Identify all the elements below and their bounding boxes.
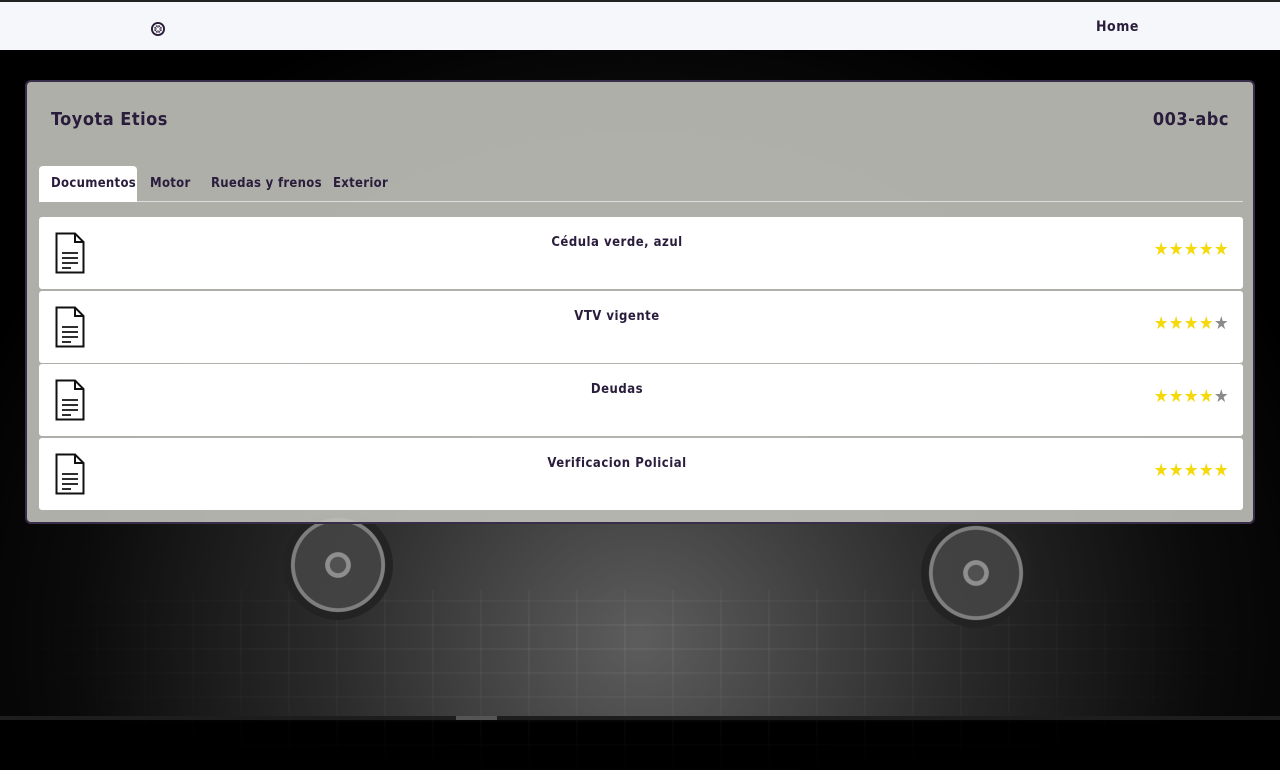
tab-documentos[interactable]: Documentos	[39, 166, 137, 202]
rating-stars: ★★★★★	[1154, 239, 1229, 260]
tab-bar: Documentos Motor Ruedas y frenos Exterio…	[39, 166, 1243, 202]
star-filled-icon: ★	[1183, 459, 1199, 481]
vehicle-card: Toyota Etios 003-abc Documentos Motor Ru…	[25, 80, 1255, 524]
list-item[interactable]: Verificacion Policial ★★★★★	[39, 437, 1243, 510]
star-filled-icon: ★	[1213, 459, 1229, 481]
star-filled-icon: ★	[1198, 459, 1214, 481]
nav-home-link[interactable]: Home	[1096, 19, 1139, 35]
car-wheel	[921, 518, 1031, 628]
star-filled-icon: ★	[1153, 459, 1169, 481]
star-filled-icon: ★	[1153, 386, 1169, 407]
star-filled-icon: ★	[1198, 386, 1214, 407]
star-filled-icon: ★	[1213, 239, 1229, 260]
rating-stars: ★★★★★	[1154, 313, 1229, 334]
tab-motor[interactable]: Motor	[150, 166, 191, 202]
document-title: VTV vigente	[574, 308, 660, 324]
star-empty-icon: ★	[1213, 312, 1229, 334]
rating-stars: ★★★★★	[1154, 460, 1229, 481]
star-filled-icon: ★	[1198, 312, 1214, 334]
star-filled-icon: ★	[1153, 312, 1169, 334]
tab-ruedas-y-frenos[interactable]: Ruedas y frenos	[211, 166, 322, 202]
vehicle-plate: 003-abc	[1152, 109, 1229, 130]
vehicle-title: Toyota Etios	[51, 109, 168, 130]
document-title: Cédula verde, azul	[551, 235, 683, 250]
wheel-icon[interactable]	[150, 21, 166, 37]
document-title: Deudas	[590, 382, 644, 397]
star-filled-icon: ★	[1198, 239, 1214, 260]
star-filled-icon: ★	[1168, 459, 1184, 481]
documents-list: Cédula verde, azul ★★★★★ VTV vigente ★★★…	[39, 217, 1243, 511]
star-filled-icon: ★	[1183, 312, 1199, 334]
star-filled-icon: ★	[1153, 239, 1169, 260]
star-filled-icon: ★	[1183, 386, 1199, 407]
top-navbar: Home	[0, 0, 1280, 50]
star-filled-icon: ★	[1168, 386, 1184, 407]
star-empty-icon: ★	[1213, 386, 1229, 407]
list-item[interactable]: Cédula verde, azul ★★★★★	[39, 217, 1243, 289]
horizontal-scrollbar[interactable]	[0, 716, 1280, 720]
tab-exterior[interactable]: Exterior	[333, 166, 388, 202]
car-wheel	[283, 510, 393, 620]
list-item[interactable]: Deudas ★★★★★	[39, 364, 1243, 436]
scrollbar-thumb[interactable]	[456, 716, 497, 720]
star-filled-icon: ★	[1168, 312, 1184, 334]
document-title: Verificacion Policial	[547, 455, 687, 471]
list-item[interactable]: VTV vigente ★★★★★	[39, 290, 1243, 363]
star-filled-icon: ★	[1183, 239, 1199, 260]
star-filled-icon: ★	[1168, 239, 1184, 260]
rating-stars: ★★★★★	[1154, 386, 1229, 407]
floor-texture	[0, 590, 1280, 770]
